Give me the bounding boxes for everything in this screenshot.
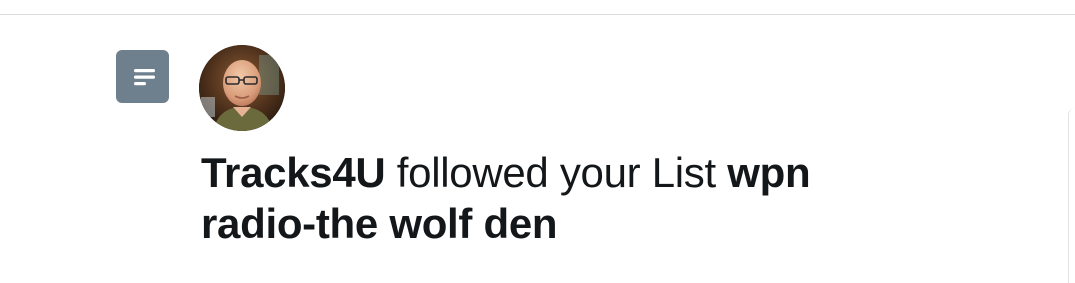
- adjacent-panel-edge: [1068, 108, 1075, 283]
- notification-action-text: followed your List: [385, 149, 728, 196]
- avatar[interactable]: [199, 45, 285, 131]
- list-icon: [116, 50, 169, 103]
- notifications-page: Tracks4U followed your List wpn radio-th…: [0, 0, 1075, 283]
- follow-notification[interactable]: Tracks4U followed your List wpn radio-th…: [0, 0, 1075, 283]
- user-name-link[interactable]: Tracks4U: [201, 149, 386, 196]
- notification-message: Tracks4U followed your List wpn radio-th…: [201, 147, 921, 249]
- user-photo-icon: [199, 45, 285, 131]
- list-lines-icon: [134, 69, 155, 86]
